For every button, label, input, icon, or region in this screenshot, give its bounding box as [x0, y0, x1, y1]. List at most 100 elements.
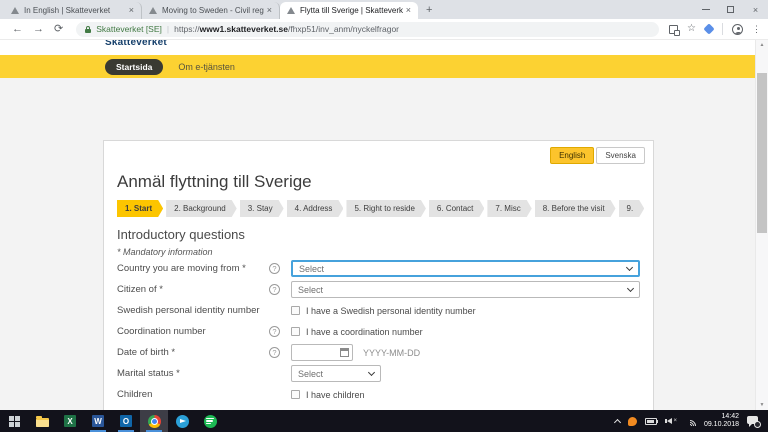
clock-time: 14:42: [721, 413, 739, 420]
step-tab-before-the-visit[interactable]: 8. Before the visit: [535, 200, 616, 217]
profile-avatar-icon[interactable]: [732, 23, 743, 35]
forward-icon[interactable]: →: [33, 23, 44, 35]
excel-icon: X: [64, 415, 76, 427]
browser-tab-3-active[interactable]: Flytta till Sverige | Skatteverket ×: [280, 2, 418, 19]
volume-muted-icon[interactable]: ×: [665, 418, 677, 424]
system-tray: × 14:42 09.10.2018: [614, 410, 768, 432]
step-tab-start[interactable]: 1. Start: [117, 200, 163, 217]
reload-icon[interactable]: ⟳: [54, 23, 63, 35]
pin-label: Swedish personal identity number: [117, 305, 260, 316]
telegram-icon: [175, 414, 189, 428]
step-tab-9[interactable]: 9.: [619, 200, 645, 217]
address-bar[interactable]: Skatteverket [SE] | https://www1.skattev…: [76, 21, 660, 37]
window-minimize-button[interactable]: [693, 0, 718, 19]
pin-checkbox[interactable]: [291, 306, 300, 315]
outlook-icon: O: [120, 415, 132, 427]
scrollbar-down-icon[interactable]: ▼: [756, 400, 768, 410]
country-select[interactable]: Select: [291, 260, 640, 277]
antivirus-icon[interactable]: [628, 416, 638, 426]
translate-icon[interactable]: [669, 24, 681, 36]
action-center-icon[interactable]: [747, 415, 761, 428]
marital-select[interactable]: Select: [291, 365, 381, 382]
lock-icon: [85, 25, 92, 33]
start-menu-button[interactable]: [0, 410, 28, 432]
coordination-checkbox-label: I have a coordination number: [306, 326, 423, 337]
help-icon[interactable]: ?: [269, 284, 280, 295]
dob-input[interactable]: [295, 347, 340, 358]
scrollbar-thumb[interactable]: [757, 73, 767, 233]
page-scrollbar[interactable]: ▲ ▼: [755, 40, 768, 410]
scrollbar-up-icon[interactable]: ▲: [756, 40, 768, 50]
new-tab-button[interactable]: +: [426, 4, 432, 16]
chevron-down-icon: [367, 368, 376, 377]
chevron-down-icon: [625, 263, 634, 272]
step-tab-background[interactable]: 2. Background: [166, 200, 237, 217]
introductory-form: Country you are moving from * ? Select C…: [117, 260, 640, 407]
step-tab-right-to-reside[interactable]: 5. Right to reside: [346, 200, 425, 217]
battery-icon[interactable]: [645, 417, 659, 425]
site-nav-band: Startsida Om e-tjänsten: [0, 55, 755, 78]
taskbar-telegram[interactable]: [168, 410, 196, 432]
citizen-label: Citizen of *: [117, 284, 163, 295]
tab-close-icon[interactable]: ×: [406, 6, 411, 15]
row-children: Children I have children: [117, 386, 640, 403]
bookmark-star-icon[interactable]: ☆: [687, 24, 696, 34]
taskbar-chrome[interactable]: [140, 410, 168, 432]
page-title: Anmäl flyttning till Sverige: [117, 172, 312, 191]
help-icon[interactable]: ?: [269, 263, 280, 274]
taskbar-excel[interactable]: X: [56, 410, 84, 432]
word-icon: W: [92, 415, 104, 427]
language-english-button[interactable]: English: [550, 147, 595, 164]
taskbar-spotify[interactable]: [196, 410, 224, 432]
step-tab-stay[interactable]: 3. Stay: [240, 200, 284, 217]
omnibox-separator: |: [166, 24, 170, 34]
citizen-select-value: Select: [298, 284, 324, 295]
help-icon[interactable]: ?: [269, 347, 280, 358]
browser-tab-2[interactable]: Moving to Sweden - Civil regist... ×: [142, 2, 280, 19]
row-coordination-number: Coordination number ? I have a coordinat…: [117, 323, 640, 340]
help-icon[interactable]: ?: [269, 326, 280, 337]
children-checkbox[interactable]: [291, 390, 300, 399]
taskbar-clock[interactable]: 14:42 09.10.2018: [704, 413, 739, 429]
url-scheme: https://: [174, 24, 200, 34]
marital-label: Marital status *: [117, 368, 180, 379]
taskbar-word[interactable]: W: [84, 410, 112, 432]
section-title: Introductory questions: [117, 227, 245, 242]
browser-menu-icon[interactable]: ⋮: [752, 24, 761, 34]
browser-toolbar: ← → ⟳ Skatteverket [SE] | https://www1.s…: [0, 19, 768, 40]
step-tab-misc[interactable]: 7. Misc: [487, 200, 531, 217]
nav-startsida[interactable]: Startsida: [105, 58, 164, 75]
row-citizen: Citizen of * ? Select: [117, 281, 640, 298]
taskbar-file-explorer[interactable]: [28, 410, 56, 432]
taskbar-outlook[interactable]: O: [112, 410, 140, 432]
skatteverket-favicon-icon: [11, 7, 19, 14]
window-maximize-button[interactable]: [718, 0, 743, 19]
tray-chevron-up-icon[interactable]: [614, 418, 622, 426]
mandatory-note: * Mandatory information: [117, 247, 213, 257]
language-svenska-button[interactable]: Svenska: [596, 147, 645, 164]
browser-tab-1[interactable]: In English | Skatteverket ×: [4, 2, 142, 19]
step-tab-address[interactable]: 4. Address: [287, 200, 344, 217]
dob-label: Date of birth *: [117, 347, 176, 358]
skatteverket-logo: Skatteverket: [105, 40, 167, 48]
wizard-steps: 1. Start 2. Background 3. Stay 4. Addres…: [117, 200, 644, 217]
step-tab-contact[interactable]: 6. Contact: [429, 200, 484, 217]
folder-icon: [35, 415, 49, 427]
chrome-icon: [147, 414, 161, 428]
spotify-icon: [203, 414, 217, 428]
extension-icon[interactable]: [703, 23, 715, 35]
wifi-icon[interactable]: [684, 416, 696, 426]
notification-badge: [754, 420, 761, 428]
row-personal-identity-number: Swedish personal identity number I have …: [117, 302, 640, 319]
calendar-icon[interactable]: [340, 348, 349, 357]
citizen-select[interactable]: Select: [291, 281, 640, 298]
nav-om-etjansten[interactable]: Om e-tjänsten: [178, 62, 235, 72]
back-icon[interactable]: ←: [12, 23, 23, 35]
window-close-button[interactable]: ×: [743, 0, 768, 19]
children-label: Children: [117, 389, 153, 400]
tab-close-icon[interactable]: ×: [267, 6, 272, 15]
dob-format-hint: YYYY-MM-DD: [363, 347, 421, 358]
coordination-checkbox[interactable]: [291, 327, 300, 336]
tab-close-icon[interactable]: ×: [129, 6, 134, 15]
windows-taskbar: X W O × 14:42 09.10.2018: [0, 410, 768, 432]
